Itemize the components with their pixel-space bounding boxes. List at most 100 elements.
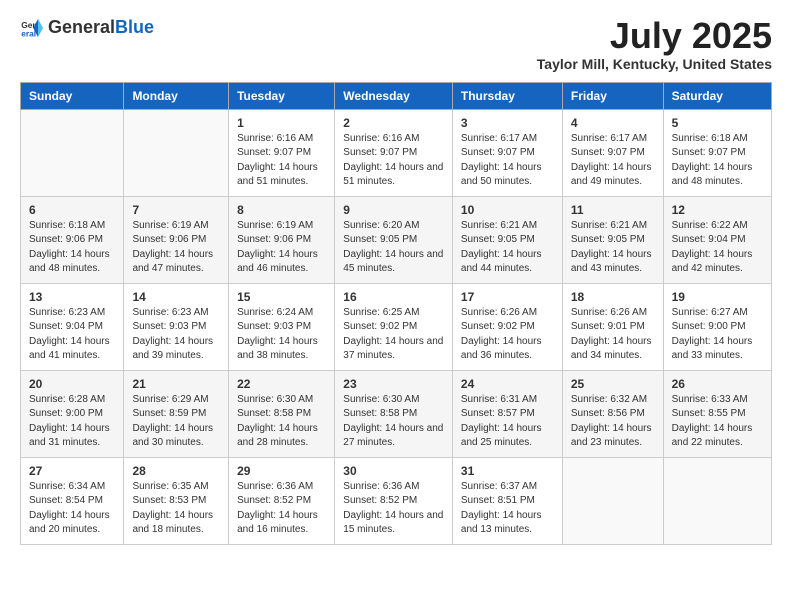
day-number: 12 [672,203,763,217]
calendar-cell: 30 Sunrise: 6:36 AM Sunset: 8:52 PM Dayli… [335,457,453,544]
day-info: Sunrise: 6:28 AM Sunset: 9:00 PM Dayligh… [29,393,115,451]
day-number: 5 [672,116,763,130]
day-number: 13 [29,290,115,304]
day-info: Sunrise: 6:33 AM Sunset: 8:55 PM Dayligh… [672,393,763,451]
calendar-cell [562,457,663,544]
day-number: 28 [132,464,220,478]
day-info: Sunrise: 6:36 AM Sunset: 8:52 PM Dayligh… [343,480,444,538]
calendar-week-row: 6Sunrise: 6:18 AM Sunset: 9:06 PM Daylig… [21,196,772,283]
calendar-cell: 20Sunrise: 6:28 AM Sunset: 9:00 PM Dayli… [21,370,124,457]
day-info: Sunrise: 6:37 AM Sunset: 8:51 PM Dayligh… [461,480,554,538]
page-header: Gen eral GeneralBlue July 2025 Taylor Mi… [20,16,772,72]
day-number: 31 [461,464,554,478]
calendar-cell: 22Sunrise: 6:30 AM Sunset: 8:58 PM Dayli… [229,370,335,457]
calendar-cell: 27Sunrise: 6:34 AM Sunset: 8:54 PM Dayli… [21,457,124,544]
day-info: Sunrise: 6:25 AM Sunset: 9:02 PM Dayligh… [343,306,444,364]
calendar-cell: 6Sunrise: 6:18 AM Sunset: 9:06 PM Daylig… [21,196,124,283]
day-info: Sunrise: 6:18 AM Sunset: 9:06 PM Dayligh… [29,219,115,277]
day-number: 10 [461,203,554,217]
logo-icon: Gen eral [20,16,44,40]
calendar-table: SundayMondayTuesdayWednesdayThursdayFrid… [20,82,772,545]
day-info: Sunrise: 6:21 AM Sunset: 9:05 PM Dayligh… [461,219,554,277]
calendar-day-header: Sunday [21,82,124,109]
calendar-cell: 28 Sunrise: 6:35 AM Sunset: 8:53 PM Dayli… [124,457,229,544]
day-number: 3 [461,116,554,130]
day-number: 4 [571,116,655,130]
day-number: 18 [571,290,655,304]
calendar-cell [663,457,771,544]
calendar-cell: 2Sunrise: 6:16 AM Sunset: 9:07 PM Daylig… [335,109,453,196]
day-info: Sunrise: 6:30 AM Sunset: 8:58 PM Dayligh… [343,393,444,451]
calendar-cell: 17 Sunrise: 6:26 AM Sunset: 9:02 PM Dayli… [452,283,562,370]
day-number: 25 [571,377,655,391]
day-number: 11 [571,203,655,217]
calendar-cell: 1 Sunrise: 6:16 AM Sunset: 9:07 PM Daylig… [229,109,335,196]
day-number: 27 [29,464,115,478]
svg-text:eral: eral [21,28,36,38]
main-title: July 2025 [537,16,772,56]
calendar-cell: 9Sunrise: 6:20 AM Sunset: 9:05 PM Daylig… [335,196,453,283]
calendar-cell: 31 Sunrise: 6:37 AM Sunset: 8:51 PM Dayli… [452,457,562,544]
calendar-cell: 25Sunrise: 6:32 AM Sunset: 8:56 PM Dayli… [562,370,663,457]
day-number: 9 [343,203,444,217]
day-number: 26 [672,377,763,391]
calendar-week-row: 13 Sunrise: 6:23 AM Sunset: 9:04 PM Dayli… [21,283,772,370]
calendar-cell: 11 Sunrise: 6:21 AM Sunset: 9:05 PM Dayli… [562,196,663,283]
calendar-cell: 29Sunrise: 6:36 AM Sunset: 8:52 PM Dayli… [229,457,335,544]
day-info: Sunrise: 6:23 AM Sunset: 9:04 PM Dayligh… [29,306,115,364]
day-info: Sunrise: 6:23 AM Sunset: 9:03 PM Dayligh… [132,306,220,364]
day-info: Sunrise: 6:29 AM Sunset: 8:59 PM Dayligh… [132,393,220,451]
calendar-week-row: 20Sunrise: 6:28 AM Sunset: 9:00 PM Dayli… [21,370,772,457]
calendar-day-header: Tuesday [229,82,335,109]
day-info: Sunrise: 6:16 AM Sunset: 9:07 PM Dayligh… [237,132,326,190]
day-info: Sunrise: 6:35 AM Sunset: 8:53 PM Dayligh… [132,480,220,538]
calendar-cell: 13 Sunrise: 6:23 AM Sunset: 9:04 PM Dayli… [21,283,124,370]
day-info: Sunrise: 6:30 AM Sunset: 8:58 PM Dayligh… [237,393,326,451]
calendar-week-row: 27Sunrise: 6:34 AM Sunset: 8:54 PM Dayli… [21,457,772,544]
calendar-body: 1 Sunrise: 6:16 AM Sunset: 9:07 PM Daylig… [21,109,772,544]
calendar-day-header: Friday [562,82,663,109]
calendar-cell: 4 Sunrise: 6:17 AM Sunset: 9:07 PM Daylig… [562,109,663,196]
calendar-cell: 16 Sunrise: 6:25 AM Sunset: 9:02 PM Dayli… [335,283,453,370]
calendar-cell: 14 Sunrise: 6:23 AM Sunset: 9:03 PM Dayli… [124,283,229,370]
subtitle: Taylor Mill, Kentucky, United States [537,56,772,72]
calendar-cell [124,109,229,196]
day-number: 17 [461,290,554,304]
day-number: 30 [343,464,444,478]
day-info: Sunrise: 6:17 AM Sunset: 9:07 PM Dayligh… [571,132,655,190]
day-number: 16 [343,290,444,304]
calendar-cell: 8Sunrise: 6:19 AM Sunset: 9:06 PM Daylig… [229,196,335,283]
day-info: Sunrise: 6:22 AM Sunset: 9:04 PM Dayligh… [672,219,763,277]
calendar-cell: 10 Sunrise: 6:21 AM Sunset: 9:05 PM Dayli… [452,196,562,283]
calendar-cell: 12 Sunrise: 6:22 AM Sunset: 9:04 PM Dayli… [663,196,771,283]
logo-text: GeneralBlue [48,18,154,38]
day-number: 7 [132,203,220,217]
day-number: 14 [132,290,220,304]
calendar-cell: 26 Sunrise: 6:33 AM Sunset: 8:55 PM Dayli… [663,370,771,457]
day-number: 1 [237,116,326,130]
calendar-cell: 7 Sunrise: 6:19 AM Sunset: 9:06 PM Daylig… [124,196,229,283]
calendar-cell: 24 Sunrise: 6:31 AM Sunset: 8:57 PM Dayli… [452,370,562,457]
day-info: Sunrise: 6:21 AM Sunset: 9:05 PM Dayligh… [571,219,655,277]
calendar-cell: 19 Sunrise: 6:27 AM Sunset: 9:00 PM Dayli… [663,283,771,370]
calendar-day-header: Saturday [663,82,771,109]
day-number: 15 [237,290,326,304]
day-info: Sunrise: 6:24 AM Sunset: 9:03 PM Dayligh… [237,306,326,364]
calendar-cell: 23Sunrise: 6:30 AM Sunset: 8:58 PM Dayli… [335,370,453,457]
day-info: Sunrise: 6:18 AM Sunset: 9:07 PM Dayligh… [672,132,763,190]
day-info: Sunrise: 6:26 AM Sunset: 9:02 PM Dayligh… [461,306,554,364]
calendar-day-header: Thursday [452,82,562,109]
day-number: 24 [461,377,554,391]
day-info: Sunrise: 6:27 AM Sunset: 9:00 PM Dayligh… [672,306,763,364]
day-number: 2 [343,116,444,130]
calendar-cell: 5 Sunrise: 6:18 AM Sunset: 9:07 PM Daylig… [663,109,771,196]
day-info: Sunrise: 6:17 AM Sunset: 9:07 PM Dayligh… [461,132,554,190]
day-number: 19 [672,290,763,304]
day-info: Sunrise: 6:19 AM Sunset: 9:06 PM Dayligh… [132,219,220,277]
day-info: Sunrise: 6:31 AM Sunset: 8:57 PM Dayligh… [461,393,554,451]
logo: Gen eral GeneralBlue [20,16,154,40]
calendar-day-header: Monday [124,82,229,109]
day-number: 21 [132,377,220,391]
calendar-week-row: 1 Sunrise: 6:16 AM Sunset: 9:07 PM Daylig… [21,109,772,196]
calendar-cell: 18Sunrise: 6:26 AM Sunset: 9:01 PM Dayli… [562,283,663,370]
